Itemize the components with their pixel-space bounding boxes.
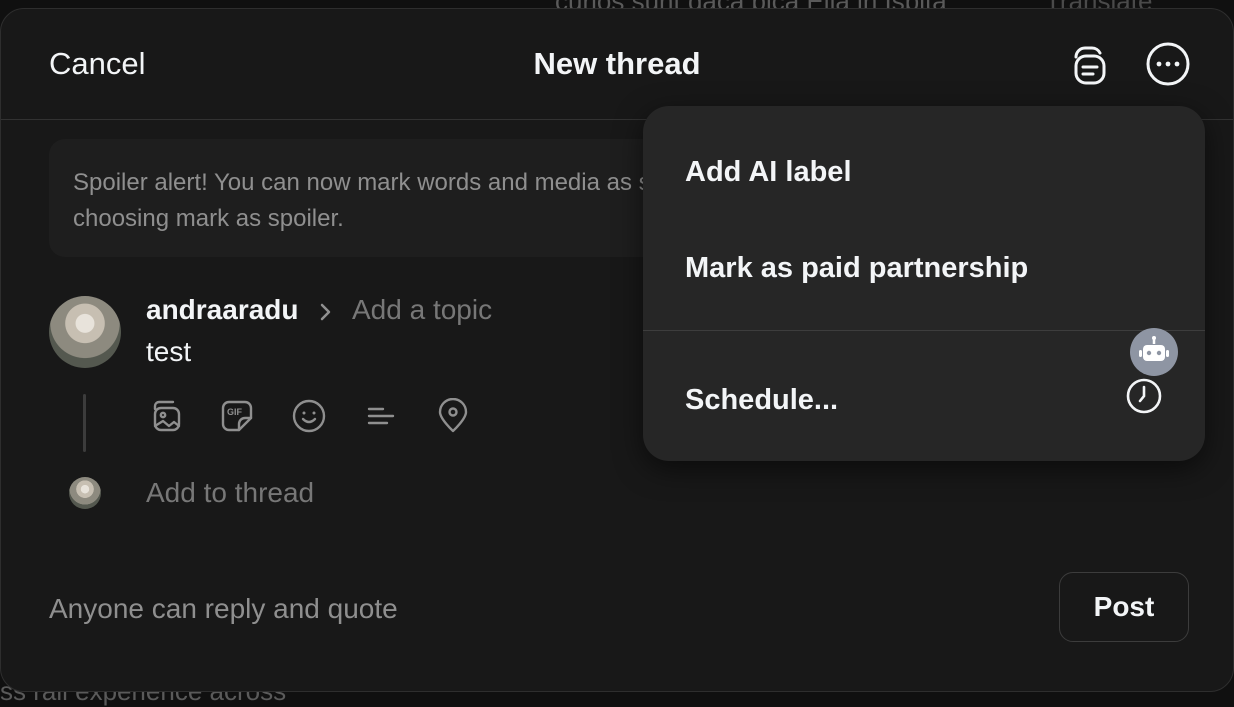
- clock-icon: [1126, 378, 1162, 414]
- menu-divider: [643, 330, 1205, 331]
- more-options-menu: Add AI label Mark as paid partnership Sc…: [643, 106, 1205, 461]
- avatar: [49, 296, 121, 368]
- menu-item-label: Schedule...: [685, 384, 839, 416]
- assistant-badge[interactable]: [1130, 328, 1178, 376]
- spoiler-banner-text: Spoiler alert! You can now mark words an…: [73, 169, 669, 232]
- menu-item-paid-partnership[interactable]: Mark as paid partnership: [643, 220, 1205, 316]
- topic-input[interactable]: Add a topic: [352, 294, 492, 326]
- robot-icon: [1139, 336, 1169, 361]
- location-icon[interactable]: [435, 398, 471, 434]
- menu-item-label: Mark as paid partnership: [685, 252, 1029, 284]
- media-icon[interactable]: [147, 398, 183, 434]
- dialog-header: Cancel New thread: [1, 9, 1233, 120]
- post-button[interactable]: Post: [1059, 572, 1189, 642]
- post-text-input[interactable]: test: [146, 336, 191, 368]
- menu-item-label: Add AI label: [685, 156, 852, 188]
- menu-item-schedule[interactable]: Schedule...: [643, 352, 1205, 448]
- more-options-icon[interactable]: [1144, 40, 1192, 88]
- drafts-icon[interactable]: [1063, 40, 1111, 88]
- avatar-small: [69, 477, 101, 509]
- reply-permission-selector[interactable]: Anyone can reply and quote: [49, 593, 398, 625]
- thread-line: [83, 394, 86, 452]
- gif-icon[interactable]: GIF: [219, 398, 255, 434]
- username: andraaradu: [146, 294, 299, 325]
- emoji-icon[interactable]: [291, 398, 327, 434]
- chevron-right-icon: [320, 303, 331, 321]
- menu-item-add-ai-label[interactable]: Add AI label: [643, 124, 1205, 220]
- spoiler-banner: Spoiler alert! You can now mark words an…: [49, 139, 669, 257]
- dialog-title: New thread: [533, 46, 701, 81]
- poll-icon[interactable]: [363, 398, 399, 434]
- add-to-thread-input[interactable]: Add to thread: [146, 477, 314, 509]
- svg-text:GIF: GIF: [227, 407, 243, 417]
